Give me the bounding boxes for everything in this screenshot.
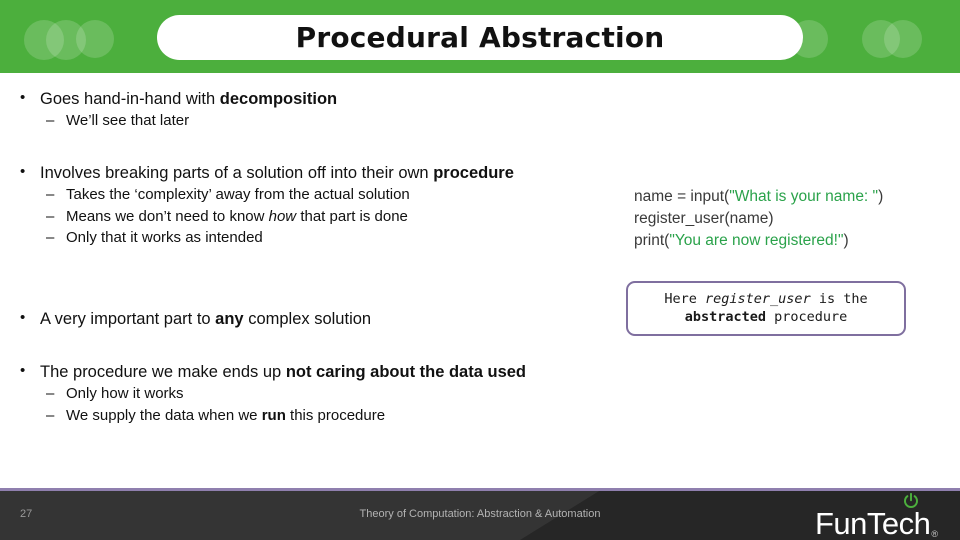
bullet-text: The procedure we make ends up	[40, 363, 286, 381]
sub-bullet-text: Means we don’t need to know	[66, 207, 269, 225]
slide-header: Procedural Abstraction	[0, 0, 960, 73]
callout-text-italic: register_user	[705, 291, 811, 307]
callout-text: Here	[664, 291, 706, 307]
sub-bullet-text-post: this procedure	[285, 406, 386, 424]
code-snippet: name = input("What is your name: ") regi…	[634, 186, 944, 252]
bullet-group-2: Involves breaking parts of a solution of…	[0, 162, 560, 248]
sub-bullet-text-post: that part is done	[296, 207, 408, 225]
bullet-text: A very important part to	[40, 310, 216, 328]
slide-footer: 27 Theory of Computation: Abstraction & …	[0, 488, 960, 540]
sub-bullet-item: Only how it works	[0, 383, 620, 405]
callout-text-post: is the	[810, 291, 868, 307]
code-text: register_user(name)	[634, 210, 774, 227]
sub-bullet-item: We’ll see that later	[0, 110, 620, 132]
code-line: print("You are now registered!")	[634, 230, 944, 252]
funtech-logo: FunTech ®	[814, 492, 938, 540]
code-text-post: )	[843, 232, 849, 249]
bullet-item: A very important part to any complex sol…	[0, 308, 620, 330]
callout-box: Here register_user is the abstracted pro…	[626, 281, 906, 337]
bullet-item: Involves breaking parts of a solution of…	[0, 162, 560, 184]
sub-bullet-text-italic: how	[268, 207, 297, 225]
code-string-literal: "What is your name: "	[729, 188, 879, 205]
bullet-group-4: The procedure we make ends up not caring…	[0, 361, 620, 426]
slide: Procedural Abstraction Goes hand-in-hand…	[0, 0, 960, 540]
bullet-text-bold: procedure	[433, 164, 514, 182]
code-text: name = input(	[634, 188, 730, 205]
sub-bullet-text: Only how it works	[66, 385, 184, 403]
bullet-text-post: complex solution	[243, 310, 372, 328]
sub-bullet-item: Means we don’t need to know how that par…	[0, 206, 560, 228]
bullet-text-bold: not caring about the data used	[285, 363, 526, 381]
code-text: print(	[634, 232, 670, 249]
callout-text-bold: abstracted	[684, 309, 766, 326]
code-string-literal: "You are now registered!"	[669, 232, 844, 249]
bullet-group-3: A very important part to any complex sol…	[0, 308, 620, 330]
bullet-text-bold: any	[215, 310, 244, 328]
code-line: name = input("What is your name: ")	[634, 186, 944, 208]
callout-text-tail: procedure	[766, 309, 848, 326]
bullet-text: Involves breaking parts of a solution of…	[40, 164, 434, 182]
bullet-item: Goes hand-in-hand with decomposition	[0, 88, 620, 110]
decorative-circle-icon	[76, 20, 114, 58]
sub-bullet-text: Takes the ‘complexity’ away from the act…	[66, 186, 410, 204]
bullet-text-bold: decomposition	[219, 90, 338, 108]
code-text-post: )	[878, 188, 884, 205]
sub-bullet-item: We supply the data when we run this proc…	[0, 405, 620, 427]
sub-bullet-text: Only that it works as intended	[66, 228, 263, 246]
logo-wordmark: FunTech	[814, 506, 931, 540]
bullet-item: The procedure we make ends up not caring…	[0, 361, 620, 383]
code-line: register_user(name)	[634, 208, 944, 230]
bullet-group-1: Goes hand-in-hand with decomposition We’…	[0, 88, 620, 132]
sub-bullet-text: We supply the data when we	[66, 406, 262, 424]
bullet-text: Goes hand-in-hand with	[40, 90, 220, 108]
sub-bullet-text-bold: run	[261, 406, 286, 424]
sub-bullet-text: We’ll see that later	[66, 112, 190, 130]
sub-bullet-item: Takes the ‘complexity’ away from the act…	[0, 184, 560, 206]
decorative-circle-icon	[884, 20, 922, 58]
title-pill: Procedural Abstraction	[157, 15, 803, 60]
registered-trademark-icon: ®	[931, 529, 938, 539]
page-title: Procedural Abstraction	[295, 21, 665, 54]
power-icon	[904, 492, 918, 508]
sub-bullet-item: Only that it works as intended	[0, 227, 560, 249]
